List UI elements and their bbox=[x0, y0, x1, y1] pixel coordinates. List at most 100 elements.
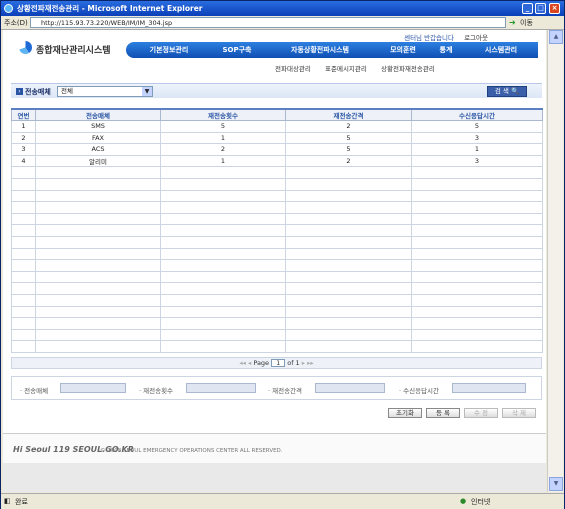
page-content: 센터님 반갑습니다 로그아웃 종합재난관리시스템 기본정보관리 SOP구축 자동… bbox=[3, 30, 546, 492]
subnav-target[interactable]: 전파대상관리 bbox=[275, 63, 311, 73]
address-input[interactable]: http://115.93.73.220/WEB/IM/IM_304.jsp bbox=[30, 17, 506, 28]
interval-field[interactable] bbox=[315, 383, 385, 393]
table-row bbox=[11, 328, 543, 342]
media-select[interactable]: 전체 ▼ bbox=[57, 86, 153, 97]
go-arrow-icon[interactable]: ➜ bbox=[509, 18, 516, 27]
vertical-scrollbar[interactable]: ▲ ▼ bbox=[547, 30, 563, 492]
search-bar: › 전송매체 전체 ▼ 검 색 🔍 bbox=[11, 83, 542, 98]
nav-item-system[interactable]: 시스템관리 bbox=[464, 42, 538, 58]
table-cell bbox=[285, 177, 412, 191]
table-cell bbox=[285, 212, 412, 226]
minimize-button[interactable]: _ bbox=[522, 3, 533, 14]
table-cell bbox=[160, 328, 286, 342]
nav-item-auto-dispatch[interactable]: 자동상황전파시스템 bbox=[262, 42, 378, 58]
scroll-down-icon[interactable]: ▼ bbox=[549, 477, 563, 491]
table-cell bbox=[411, 293, 543, 307]
close-button[interactable]: × bbox=[549, 3, 560, 14]
col-header-no: 연번 bbox=[11, 108, 36, 121]
table-cell: ACS bbox=[35, 143, 161, 156]
table-cell bbox=[160, 305, 286, 319]
nav-item-statistics[interactable]: 통계 bbox=[428, 42, 464, 58]
logout-link[interactable]: 로그아웃 bbox=[464, 34, 488, 42]
table-cell bbox=[285, 235, 412, 249]
table-cell: 4 bbox=[11, 154, 36, 168]
main-nav: 기본정보관리 SOP구축 자동상황전파시스템 모의훈련 통계 시스템관리 bbox=[126, 42, 538, 58]
page-bottom-area bbox=[3, 463, 546, 492]
table-row bbox=[11, 201, 543, 214]
table-row bbox=[11, 282, 543, 295]
maximize-button[interactable]: □ bbox=[535, 3, 546, 14]
go-button[interactable]: 이동 bbox=[520, 18, 533, 28]
count-field[interactable] bbox=[186, 383, 256, 393]
table-row[interactable]: 1 SMS 5 2 5 bbox=[11, 120, 543, 133]
nav-item-basic-info[interactable]: 기본정보관리 bbox=[126, 42, 212, 58]
search-button-label: 검 색 bbox=[494, 87, 509, 95]
table-cell: FAX bbox=[35, 131, 161, 145]
nav-item-drill[interactable]: 모의훈련 bbox=[378, 42, 428, 58]
logo-mark-icon bbox=[19, 41, 32, 54]
table-cell bbox=[35, 259, 161, 272]
prev-page-icon[interactable]: ◂ bbox=[248, 359, 251, 367]
table-cell bbox=[411, 328, 543, 342]
table-cell bbox=[160, 259, 286, 272]
table-cell bbox=[11, 259, 36, 272]
scroll-up-icon[interactable]: ▲ bbox=[549, 30, 563, 44]
ie-icon bbox=[4, 4, 13, 13]
table-row[interactable]: 2 FAX 1 5 3 bbox=[11, 131, 543, 145]
table-cell bbox=[11, 293, 36, 307]
register-button[interactable]: 등 록 bbox=[426, 408, 460, 418]
table-cell: 2 bbox=[285, 154, 412, 168]
page-input[interactable]: 1 bbox=[271, 359, 286, 367]
nav-item-sop[interactable]: SOP구축 bbox=[212, 42, 262, 58]
col-header-count: 재전송횟수 bbox=[160, 108, 286, 121]
table-cell bbox=[35, 224, 161, 237]
table-cell bbox=[160, 317, 286, 330]
table-cell bbox=[35, 166, 161, 179]
status-text: 완료 bbox=[15, 498, 28, 506]
table-cell bbox=[35, 212, 161, 226]
response-field[interactable] bbox=[452, 383, 526, 393]
logo-text: 종합재난관리시스템 bbox=[36, 46, 111, 56]
table-cell bbox=[35, 247, 161, 261]
delete-button[interactable]: 삭 제 bbox=[502, 408, 536, 418]
table-cell bbox=[285, 282, 412, 295]
search-button[interactable]: 검 색 🔍 bbox=[487, 86, 527, 97]
table-cell bbox=[411, 340, 543, 353]
table-cell bbox=[160, 270, 286, 284]
user-welcome-text: 센터님 반갑습니다 bbox=[404, 34, 454, 42]
table-cell: 1 bbox=[411, 143, 543, 156]
table-cell bbox=[285, 166, 412, 179]
table-cell bbox=[35, 177, 161, 191]
table-cell bbox=[35, 293, 161, 307]
table-row bbox=[11, 177, 543, 191]
field-label-count: · 재전송횟수 bbox=[139, 387, 174, 395]
table-row bbox=[11, 270, 543, 284]
next-page-icon[interactable]: ▸ bbox=[302, 359, 305, 367]
table-cell bbox=[411, 305, 543, 319]
edit-button[interactable]: 수 정 bbox=[464, 408, 498, 418]
table-cell bbox=[411, 212, 543, 226]
table-cell: 1 bbox=[11, 120, 36, 133]
table-cell bbox=[11, 317, 36, 330]
reset-button[interactable]: 초기화 bbox=[388, 408, 422, 418]
table-cell bbox=[160, 201, 286, 214]
subnav-message[interactable]: 표준메시지관리 bbox=[325, 63, 367, 73]
table-row[interactable]: 3 ACS 2 5 1 bbox=[11, 143, 543, 156]
title-bar: 상황전파재전송관리 - Microsoft Internet Explorer … bbox=[1, 1, 564, 16]
table-row bbox=[11, 235, 543, 249]
subnav-resend[interactable]: 상황전파재전송관리 bbox=[381, 63, 435, 73]
table-cell bbox=[11, 189, 36, 203]
table-cell bbox=[160, 166, 286, 179]
first-page-icon[interactable]: ◂◂ bbox=[239, 359, 246, 367]
last-page-icon[interactable]: ▸▸ bbox=[307, 359, 314, 367]
edit-form: · 전송매체 · 재전송횟수 · 재전송간격 · 수신응답시간 bbox=[11, 376, 542, 400]
table-cell bbox=[285, 189, 412, 203]
table-cell: 1 bbox=[160, 154, 286, 168]
table-cell bbox=[285, 259, 412, 272]
col-header-media: 전송매체 bbox=[35, 108, 161, 121]
field-label-interval: · 재전송간격 bbox=[268, 387, 303, 395]
table-cell bbox=[35, 270, 161, 284]
table-row[interactable]: 4 알리미 1 2 3 bbox=[11, 154, 543, 168]
media-field[interactable] bbox=[60, 383, 126, 393]
search-label: 전송매체 bbox=[25, 88, 51, 96]
